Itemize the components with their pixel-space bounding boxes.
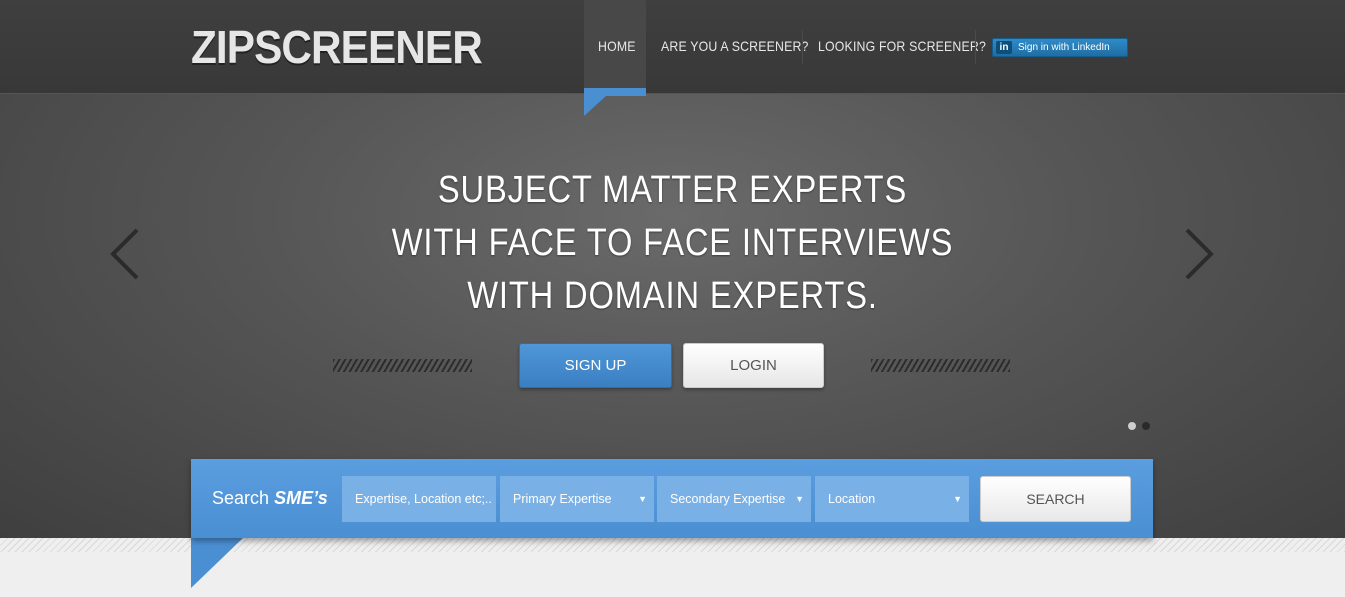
location-label: Location [828, 492, 876, 506]
chevron-left-icon[interactable] [107, 226, 141, 282]
search-button[interactable]: SEARCH [980, 476, 1131, 522]
secondary-expertise-label: Secondary Expertise [670, 492, 786, 506]
hero-slider: ZIPSCREENER HOME ARE YOU A SCREENER? LOO… [0, 0, 1345, 538]
search-title-emphasis: SME’s [274, 488, 328, 508]
nav-item-home[interactable]: HOME [598, 38, 636, 54]
nav-item-are-you-a-screener[interactable]: ARE YOU A SCREENER? [661, 38, 809, 54]
decorative-hatch-left [333, 359, 472, 372]
slide-dot-2[interactable] [1142, 422, 1150, 430]
search-title: Search SME’s [212, 488, 328, 509]
slide-dot-1[interactable] [1128, 422, 1136, 430]
keyword-search-input[interactable]: Expertise, Location etc;.. [342, 476, 496, 522]
headline-line-3: WITH DOMAIN EXPERTS. [467, 275, 878, 317]
linkedin-icon: in [996, 41, 1012, 54]
site-logo[interactable]: ZIPSCREENER [191, 20, 483, 74]
nav-divider [802, 30, 803, 64]
primary-expertise-label: Primary Expertise [513, 492, 612, 506]
search-title-prefix: Search [212, 488, 270, 508]
chevron-right-icon[interactable] [1183, 226, 1217, 282]
keyword-search-placeholder: Expertise, Location etc;.. [355, 492, 492, 506]
headline-line-2: WITH FACE TO FACE INTERVIEWS [391, 222, 954, 264]
search-flag [191, 538, 243, 588]
location-select[interactable]: Location ▼ [815, 476, 969, 522]
nav-divider [975, 30, 976, 64]
headline-line-1: SUBJECT MATTER EXPERTS [437, 169, 908, 211]
primary-expertise-select[interactable]: Primary Expertise ▼ [500, 476, 654, 522]
login-button[interactable]: LOGIN [683, 343, 824, 388]
signup-button[interactable]: SIGN UP [519, 343, 672, 388]
linkedin-signin-label: Sign in with LinkedIn [1018, 42, 1110, 53]
hero-headline: SUBJECT MATTER EXPERTS WITH FACE TO FACE… [352, 164, 993, 323]
linkedin-signin-button[interactable]: in Sign in with LinkedIn [992, 38, 1128, 57]
chevron-down-icon: ▼ [638, 494, 647, 504]
nav-item-looking-for-screener[interactable]: LOOKING FOR SCREENER? [818, 38, 986, 54]
chevron-down-icon: ▼ [953, 494, 962, 504]
search-bar: Search SME’s Expertise, Location etc;.. … [191, 459, 1153, 538]
nav-active-flag [584, 88, 646, 116]
secondary-expertise-select[interactable]: Secondary Expertise ▼ [657, 476, 811, 522]
chevron-down-icon: ▼ [795, 494, 804, 504]
top-navigation-bar: ZIPSCREENER HOME ARE YOU A SCREENER? LOO… [0, 0, 1345, 94]
decorative-hatch-right [871, 359, 1010, 372]
